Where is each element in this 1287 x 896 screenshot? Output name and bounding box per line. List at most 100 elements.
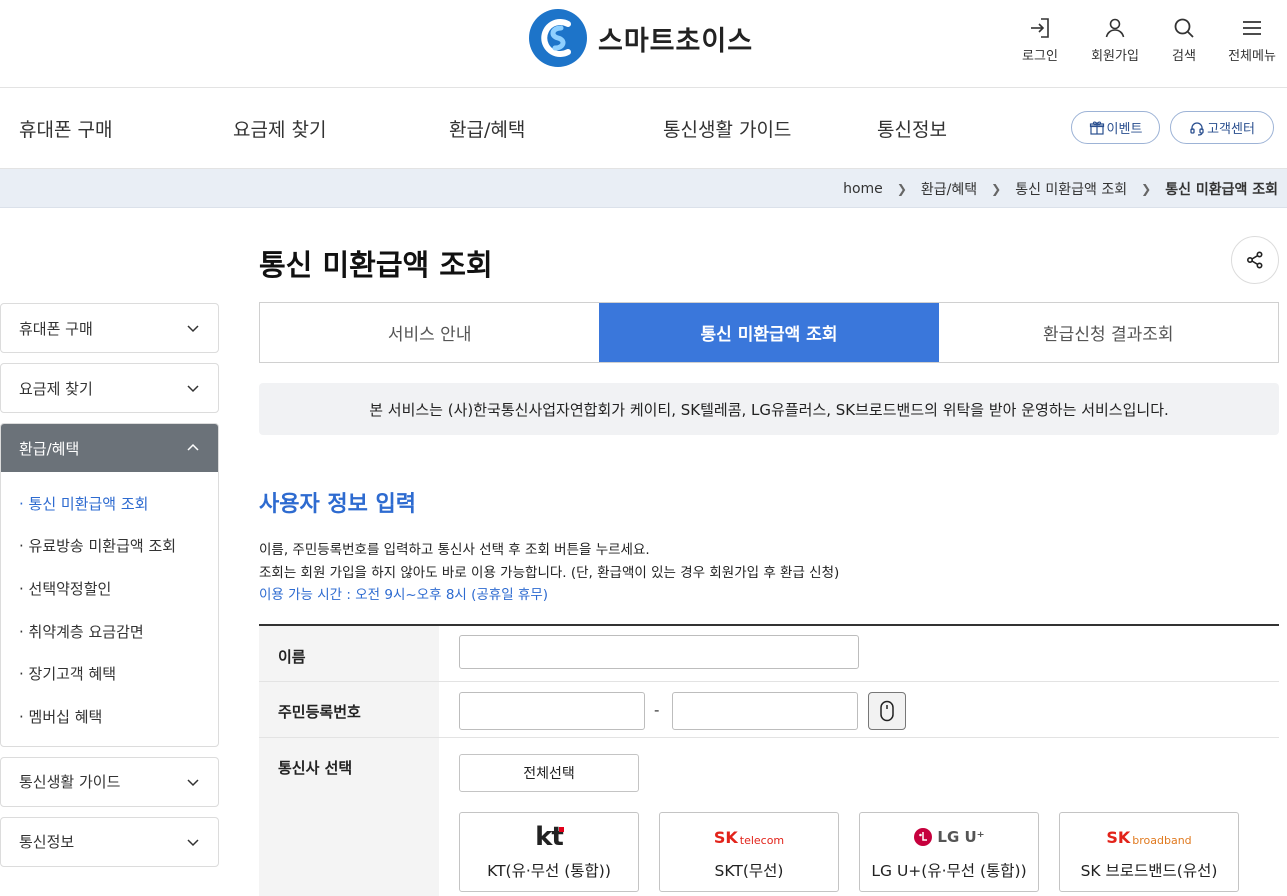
instruction-line: 이름, 주민등록번호를 입력하고 통신사 선택 후 조회 버튼을 누르세요.: [259, 542, 650, 558]
sidebar-item-refund-benefit[interactable]: 환급/혜택: [1, 424, 218, 472]
breadcrumb-item[interactable]: 통신 미환급액 조회: [1015, 179, 1127, 199]
sidebar-item-label: 환급/혜택: [19, 439, 80, 458]
share-button[interactable]: [1231, 236, 1279, 284]
search-label: 검색: [1172, 49, 1196, 64]
sidebar-sub-telecom-refund[interactable]: · 통신 미환급액 조회: [1, 482, 218, 525]
sidebar-item-label: 요금제 찾기: [19, 379, 93, 398]
chevron-down-icon: [187, 325, 199, 333]
event-label: 이벤트: [1106, 122, 1143, 137]
breadcrumb: home ❯ 환급/혜택 ❯ 통신 미환급액 조회 ❯ 통신 미환급액 조회: [843, 179, 1278, 199]
user-info-form: 이름 주민등록번호 - 통신사 선택 전체선택 kt KT(유·무선 (통합))…: [259, 624, 1279, 896]
select-all-button[interactable]: 전체선택: [459, 754, 639, 792]
signup-label: 회원가입: [1091, 49, 1139, 64]
chevron-down-icon: [187, 839, 199, 846]
sidebar-sub-vulnerable-discount[interactable]: · 취약계층 요금감면: [1, 610, 218, 653]
sidebar-item-label: 휴대폰 구매: [19, 319, 93, 338]
name-input[interactable]: [459, 635, 859, 669]
login-label: 로그인: [1022, 49, 1058, 64]
section-title: 사용자 정보 입력: [259, 492, 416, 517]
carrier-kt-option[interactable]: kt KT(유·무선 (통합)): [459, 812, 639, 892]
carrier-name: KT(유·무선 (통합)): [487, 862, 611, 880]
service-notice: 본 서비스는 (사)한국통신사업자연합회가 케이티, SK텔레콤, LG유플러스…: [259, 383, 1279, 435]
sidebar-sub-contract-discount[interactable]: · 선택약정할인: [1, 567, 218, 610]
page-title: 통신 미환급액 조회: [259, 248, 493, 282]
support-button[interactable]: 고객센터: [1170, 111, 1274, 144]
tab-bar: 서비스 안내 통신 미환급액 조회 환급신청 결과조회: [259, 302, 1279, 363]
tab-service-info[interactable]: 서비스 안내: [260, 303, 599, 362]
kt-logo-icon: kt: [535, 822, 564, 852]
chevron-down-icon: [187, 385, 199, 393]
sidebar-item-label: 통신생활 가이드: [19, 773, 121, 792]
breadcrumb-bar: home ❯ 환급/혜택 ❯ 통신 미환급액 조회 ❯ 통신 미환급액 조회: [0, 169, 1287, 208]
gift-icon: [1089, 120, 1104, 135]
logo-mark-icon: [529, 9, 587, 67]
top-header: 스마트초이스 로그인 회원가입 검색 전체메뉴: [0, 0, 1287, 88]
carrier-name: SK 브로드밴드(유선): [1080, 862, 1218, 880]
sidebar-item-label: 통신정보: [19, 833, 75, 852]
form-row-name: 이름: [259, 626, 1279, 682]
chevron-up-icon: [187, 443, 199, 451]
secure-keypad-button[interactable]: [868, 692, 906, 730]
nav-life-guide[interactable]: 통신생활 가이드: [663, 115, 791, 142]
nav-telecom-info[interactable]: 통신정보: [877, 115, 947, 142]
sk-telecom-logo-icon: SK telecom: [713, 827, 785, 847]
sidebar-group-refund: 환급/혜택 · 통신 미환급액 조회 · 유료방송 미환급액 조회 · 선택약정…: [0, 423, 219, 747]
rrn-front-input[interactable]: [459, 692, 645, 730]
support-label: 고객센터: [1207, 122, 1255, 137]
carrier-name: SKT(무선): [714, 862, 784, 880]
login-link[interactable]: 로그인: [1005, 16, 1075, 64]
site-logo[interactable]: 스마트초이스: [528, 8, 753, 68]
tab-refund-result[interactable]: 환급신청 결과조회: [939, 303, 1278, 362]
instructions: 이름, 주민등록번호를 입력하고 통신사 선택 후 조회 버튼을 누르세요. 조…: [259, 539, 839, 606]
carrier-label: 통신사 선택: [259, 738, 439, 896]
share-icon: [1246, 251, 1263, 269]
all-menu-label: 전체메뉴: [1228, 49, 1276, 64]
lg-uplus-logo-icon: LG U⁺: [860, 823, 1038, 851]
carrier-skt-option[interactable]: SK telecom SKT(무선): [659, 812, 839, 892]
carrier-lgu-option[interactable]: LG U⁺ LG U+(유·무선 (통합)): [859, 812, 1039, 892]
brand-name: 스마트초이스: [598, 25, 754, 57]
sidebar-item-plan-search[interactable]: 요금제 찾기: [0, 363, 219, 413]
user-icon: [1105, 18, 1125, 38]
rrn-label: 주민등록번호: [259, 682, 439, 737]
sidebar-submenu: · 통신 미환급액 조회 · 유료방송 미환급액 조회 · 선택약정할인 · 취…: [1, 472, 218, 746]
instruction-line: 조회는 회원 가입을 하지 않아도 바로 이용 가능합니다. (단, 환급액이 …: [259, 565, 840, 581]
rrn-separator: -: [654, 701, 660, 719]
search-icon: [1174, 18, 1194, 38]
login-icon: [1031, 18, 1049, 38]
form-row-rrn: 주민등록번호 -: [259, 682, 1279, 738]
all-menu-link[interactable]: 전체메뉴: [1217, 16, 1287, 64]
sidebar-sub-loyal-benefit[interactable]: · 장기고객 혜택: [1, 652, 218, 695]
nav-refund-benefit[interactable]: 환급/혜택: [449, 115, 525, 142]
name-label: 이름: [259, 626, 439, 681]
sidebar-item-phone-purchase[interactable]: 휴대폰 구매: [0, 303, 219, 353]
service-hours: 이용 가능 시간 : 오전 9시~오후 8시 (공휴일 휴무): [259, 587, 549, 603]
breadcrumb-current: 통신 미환급액 조회: [1165, 182, 1278, 198]
sk-broadband-logo-icon: SK broadband: [1106, 827, 1192, 847]
chevron-right-icon: ❯: [1141, 182, 1152, 196]
nav-plan-search[interactable]: 요금제 찾기: [233, 115, 326, 142]
sidebar-item-life-guide[interactable]: 통신생활 가이드: [0, 756, 219, 807]
chevron-down-icon: [187, 779, 199, 786]
search-link[interactable]: 검색: [1149, 16, 1219, 64]
main-nav: 휴대폰 구매 요금제 찾기 환급/혜택 통신생활 가이드 통신정보 이벤트 고객…: [0, 88, 1287, 169]
signup-link[interactable]: 회원가입: [1080, 16, 1150, 64]
sidebar-sub-paytv-refund[interactable]: · 유료방송 미환급액 조회: [1, 525, 218, 568]
form-row-carrier: 통신사 선택 전체선택 kt KT(유·무선 (통합)) SK telecom …: [259, 738, 1279, 896]
mouse-icon: [880, 700, 894, 722]
breadcrumb-home[interactable]: home: [843, 181, 883, 197]
nav-phone-purchase[interactable]: 휴대폰 구매: [19, 115, 112, 142]
tab-refund-lookup[interactable]: 통신 미환급액 조회: [599, 303, 939, 362]
menu-icon: [1243, 21, 1261, 35]
breadcrumb-item[interactable]: 환급/혜택: [921, 179, 977, 199]
headset-icon: [1190, 121, 1204, 136]
sidebar-item-telecom-info[interactable]: 통신정보: [0, 816, 219, 867]
chevron-right-icon: ❯: [896, 182, 907, 196]
carrier-name: LG U+(유·무선 (통합)): [871, 862, 1027, 880]
sidebar-sub-membership-benefit[interactable]: · 멤버십 혜택: [1, 695, 218, 738]
rrn-back-input[interactable]: [672, 692, 858, 730]
carrier-skb-option[interactable]: SK broadband SK 브로드밴드(유선): [1059, 812, 1239, 892]
side-menu: 휴대폰 구매 요금제 찾기 환급/혜택 · 통신 미환급액 조회 · 유료방송 …: [0, 303, 219, 877]
chevron-right-icon: ❯: [991, 182, 1002, 196]
event-button[interactable]: 이벤트: [1071, 111, 1160, 144]
